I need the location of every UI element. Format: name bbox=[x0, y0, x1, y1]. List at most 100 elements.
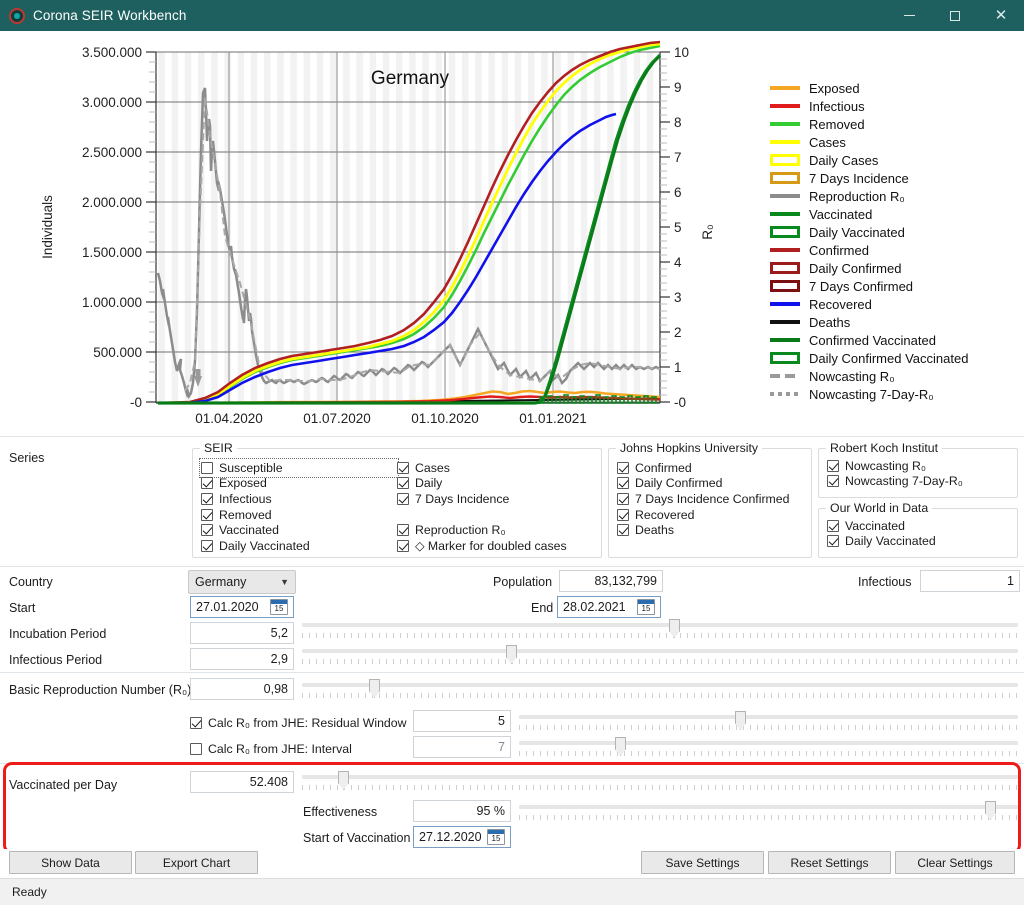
residual-window-slider[interactable] bbox=[519, 711, 1018, 737]
legend-item[interactable]: Recovered bbox=[770, 295, 1020, 313]
checkbox-rki-nowcasting-r0[interactable]: Nowcasting R₀ bbox=[827, 458, 963, 474]
start-date-slider[interactable] bbox=[302, 619, 1018, 645]
infectious-field[interactable]: 1 bbox=[920, 570, 1020, 592]
export-chart-button[interactable]: Export Chart bbox=[135, 851, 258, 874]
y-axis-title: Individuals bbox=[40, 195, 55, 259]
interval-field[interactable]: 7 bbox=[413, 736, 511, 758]
checkbox-7-days-incidence[interactable]: 7 Days Incidence bbox=[397, 491, 597, 507]
chart-title: Germany bbox=[371, 68, 450, 89]
effectiveness-field[interactable]: 95 % bbox=[413, 800, 511, 822]
checkbox-calc-r0-interval[interactable]: Calc R₀ from JHE: Interval bbox=[190, 741, 352, 757]
checkbox-jhu-deaths[interactable]: Deaths bbox=[617, 522, 789, 538]
checkbox-vaccinated[interactable]: Vaccinated bbox=[201, 522, 397, 538]
svg-text:3.000.000: 3.000.000 bbox=[82, 95, 142, 110]
minimize-button[interactable] bbox=[886, 0, 932, 31]
calendar-icon[interactable]: 15 bbox=[637, 599, 655, 615]
population-field[interactable]: 83,132,799 bbox=[559, 570, 663, 592]
show-data-button[interactable]: Show Data bbox=[9, 851, 132, 874]
checkbox-label: Cases bbox=[415, 460, 450, 475]
vaccinated-per-day-slider[interactable] bbox=[302, 771, 1018, 797]
incubation-period-slider[interactable] bbox=[302, 645, 1018, 671]
svg-text:10: 10 bbox=[674, 45, 689, 60]
checkbox-jhu-daily-confirmed[interactable]: Daily Confirmed bbox=[617, 476, 789, 492]
incubation-period-field[interactable]: 5,2 bbox=[190, 622, 294, 644]
legend-item[interactable]: Reproduction R₀ bbox=[770, 187, 1020, 205]
legend-item[interactable]: Removed bbox=[770, 115, 1020, 133]
end-date-value: 28.02.2021 bbox=[563, 600, 626, 614]
basic-reproduction-number-field[interactable]: 0,98 bbox=[190, 678, 294, 700]
checkbox-jhu-recovered[interactable]: Recovered bbox=[617, 507, 789, 523]
residual-window-field[interactable]: 5 bbox=[413, 710, 511, 732]
legend-item[interactable]: Infectious bbox=[770, 97, 1020, 115]
checkmark-icon bbox=[827, 459, 839, 472]
reset-settings-button[interactable]: Reset Settings bbox=[768, 851, 891, 874]
legend-swatch-line-icon bbox=[770, 118, 800, 130]
legend-item[interactable]: Confirmed Vaccinated bbox=[770, 331, 1020, 349]
clear-settings-button[interactable]: Clear Settings bbox=[895, 851, 1015, 874]
legend-swatch-line-icon bbox=[770, 298, 800, 310]
svg-text:7: 7 bbox=[674, 150, 682, 165]
legend-label: Cases bbox=[809, 134, 846, 150]
legend-item[interactable]: Confirmed bbox=[770, 241, 1020, 259]
checkbox-box-icon bbox=[201, 461, 213, 474]
vaccinated-per-day-field[interactable]: 52.408 bbox=[190, 771, 294, 793]
legend-item[interactable]: Daily Confirmed bbox=[770, 259, 1020, 277]
checkbox-owid-daily-vaccinated[interactable]: Daily Vaccinated bbox=[827, 534, 936, 550]
legend-item[interactable]: Cases bbox=[770, 133, 1020, 151]
checkmark-icon bbox=[617, 492, 629, 505]
checkmark-icon bbox=[397, 477, 409, 490]
legend-item[interactable]: Exposed bbox=[770, 79, 1020, 97]
legend-item[interactable]: Nowcasting R₀ bbox=[770, 367, 1020, 385]
checkbox-rki-nowcasting-7-day-r0[interactable]: Nowcasting 7-Day-R₀ bbox=[827, 474, 963, 490]
checkbox-label: Susceptible bbox=[219, 460, 283, 475]
checkbox-label: Daily Confirmed bbox=[635, 476, 723, 491]
series-section-label: Series bbox=[9, 451, 45, 465]
legend-item[interactable]: Deaths bbox=[770, 313, 1020, 331]
country-select[interactable]: Germany ▼ bbox=[188, 570, 296, 594]
legend-item[interactable]: Nowcasting 7-Day-R₀ bbox=[770, 385, 1020, 403]
checkmark-icon bbox=[201, 477, 213, 490]
legend-item[interactable]: Daily Cases bbox=[770, 151, 1020, 169]
checkbox-marker-doubled-cases[interactable]: ◇ Marker for doubled cases bbox=[397, 538, 597, 554]
calendar-icon[interactable]: 15 bbox=[270, 599, 288, 615]
checkbox-removed[interactable]: Removed bbox=[201, 507, 397, 523]
maximize-button[interactable] bbox=[932, 0, 978, 31]
checkbox-owid-vaccinated[interactable]: Vaccinated bbox=[827, 518, 936, 534]
checkbox-daily-vaccinated[interactable]: Daily Vaccinated bbox=[201, 538, 397, 554]
basic-reproduction-number-slider[interactable] bbox=[302, 679, 1018, 705]
interval-slider[interactable] bbox=[519, 737, 1018, 763]
end-date-field[interactable]: 28.02.2021 15 bbox=[557, 596, 661, 618]
checkbox-exposed[interactable]: Exposed bbox=[201, 476, 397, 492]
minimize-icon bbox=[903, 15, 915, 16]
start-date-field[interactable]: 27.01.2020 15 bbox=[190, 596, 294, 618]
legend-item[interactable]: Vaccinated bbox=[770, 205, 1020, 223]
checkbox-calc-r0-residual-window[interactable]: Calc R₀ from JHE: Residual Window bbox=[190, 715, 407, 731]
checkbox-cases[interactable]: Cases bbox=[397, 460, 597, 476]
legend-label: Exposed bbox=[809, 80, 860, 96]
group-our-world-in-data: Our World in Data Vaccinated Daily Vacci… bbox=[818, 501, 1018, 558]
effectiveness-slider[interactable] bbox=[519, 801, 1018, 827]
checkbox-susceptible[interactable]: Susceptible bbox=[199, 458, 399, 478]
infectious-period-field[interactable]: 2,9 bbox=[190, 648, 294, 670]
save-settings-button[interactable]: Save Settings bbox=[641, 851, 764, 874]
checkmark-icon bbox=[397, 539, 409, 552]
effectiveness-label: Effectiveness bbox=[303, 805, 378, 819]
checkbox-infectious[interactable]: Infectious bbox=[201, 491, 397, 507]
slider-track bbox=[302, 649, 1018, 653]
close-button[interactable]: ✕ bbox=[978, 0, 1024, 31]
checkbox-daily[interactable]: Daily bbox=[397, 476, 597, 492]
legend-item[interactable]: 7 Days Confirmed bbox=[770, 277, 1020, 295]
legend-item[interactable]: Daily Confirmed Vaccinated bbox=[770, 349, 1020, 367]
checkbox-jhu-confirmed[interactable]: Confirmed bbox=[617, 460, 789, 476]
calendar-icon[interactable]: 15 bbox=[487, 829, 505, 845]
legend-swatch-dash-icon bbox=[770, 370, 800, 382]
legend-swatch-line-icon bbox=[770, 316, 800, 328]
legend-swatch-line-icon bbox=[770, 136, 800, 148]
start-of-vaccination-field[interactable]: 27.12.2020 15 bbox=[413, 826, 511, 848]
legend-item[interactable]: 7 Days Incidence bbox=[770, 169, 1020, 187]
legend-item[interactable]: Daily Vaccinated bbox=[770, 223, 1020, 241]
slider-ticks bbox=[302, 633, 1018, 638]
checkbox-reproduction-r0[interactable]: Reproduction R₀ bbox=[397, 522, 597, 538]
svg-text:5: 5 bbox=[674, 220, 682, 235]
checkbox-jhu-7-days-incidence-confirmed[interactable]: 7 Days Incidence Confirmed bbox=[617, 491, 789, 507]
